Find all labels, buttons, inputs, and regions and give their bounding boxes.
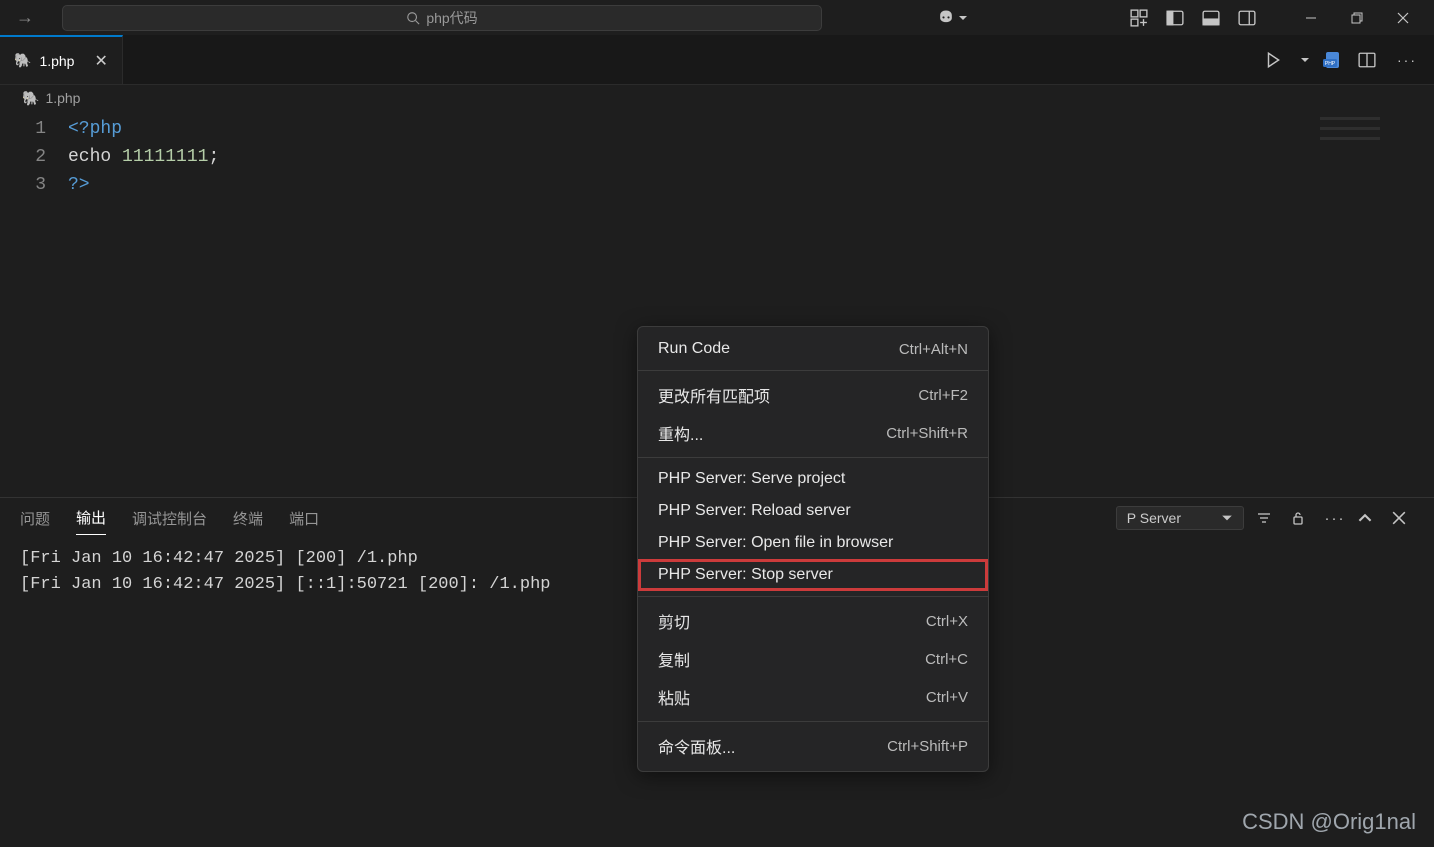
panel-tab-problems[interactable]: 问题 xyxy=(20,502,50,535)
menu-item-label: PHP Server: Reload server xyxy=(658,502,851,520)
copilot-icon[interactable] xyxy=(936,8,968,28)
context-menu: Run Code Ctrl+Alt+N 更改所有匹配项 Ctrl+F2 重构... Ctr… xyxy=(637,326,989,772)
menu-item-shortcut: Ctrl+Shift+P xyxy=(887,738,968,755)
toggle-primary-sidebar-icon[interactable] xyxy=(1160,3,1190,33)
line-number: 3 xyxy=(0,175,68,195)
menu-item-shortcut: Ctrl+X xyxy=(926,613,968,630)
search-text: php代码 xyxy=(426,8,477,28)
search-icon xyxy=(406,11,420,25)
window-close-icon[interactable] xyxy=(1380,3,1426,33)
menu-item-label: 命令面板... xyxy=(658,734,735,758)
watermark: CSDN @Orig1nal xyxy=(1242,809,1416,835)
menu-item[interactable]: PHP Server: Serve project xyxy=(638,463,988,495)
menu-item-label: 重构... xyxy=(658,421,703,445)
menu-item-label: PHP Server: Stop server xyxy=(658,566,833,584)
menu-item[interactable]: 更改所有匹配项 Ctrl+F2 xyxy=(638,376,988,414)
run-icon[interactable] xyxy=(1264,51,1290,69)
menu-item-shortcut: Ctrl+V xyxy=(926,689,968,706)
menu-item[interactable]: Run Code Ctrl+Alt+N xyxy=(638,333,988,365)
php-file-icon: 🐘 xyxy=(22,90,39,107)
php-badge-icon[interactable]: PHP xyxy=(1322,51,1348,69)
filter-icon[interactable] xyxy=(1256,510,1278,526)
php-file-icon: 🐘 xyxy=(14,52,31,69)
breadcrumb-label: 1.php xyxy=(45,90,80,106)
menu-item[interactable]: 命令面板... Ctrl+Shift+P xyxy=(638,727,988,765)
menu-item-shortcut: Ctrl+Alt+N xyxy=(899,341,968,358)
toggle-secondary-sidebar-icon[interactable] xyxy=(1232,3,1262,33)
menu-item[interactable]: 剪切 Ctrl+X xyxy=(638,602,988,640)
editor-line: 3 ?> xyxy=(0,171,1434,199)
panel-tab-output[interactable]: 输出 xyxy=(76,501,106,535)
menu-item-shortcut: Ctrl+C xyxy=(925,651,968,668)
nav-forward-icon[interactable]: → xyxy=(8,3,42,32)
window-maximize-icon[interactable] xyxy=(1334,3,1380,33)
menu-item-label: PHP Server: Serve project xyxy=(658,470,845,488)
close-panel-icon[interactable] xyxy=(1392,511,1414,525)
more-actions-icon[interactable]: ··· xyxy=(1394,52,1420,68)
svg-text:PHP: PHP xyxy=(1325,61,1336,67)
code-editor[interactable]: 1 <?php 2 echo 11111111; 3 ?> xyxy=(0,111,1434,199)
token-php-open: <?php xyxy=(68,119,122,139)
menu-item-label: PHP Server: Open file in browser xyxy=(658,534,893,552)
menu-item[interactable]: PHP Server: Reload server xyxy=(638,495,988,527)
tab-close-icon[interactable]: ✕ xyxy=(94,51,107,71)
token-echo: echo xyxy=(68,147,111,167)
chevron-down-icon xyxy=(1221,512,1233,524)
menu-item[interactable]: PHP Server: Open file in browser xyxy=(638,527,988,559)
menu-item[interactable]: 复制 Ctrl+C xyxy=(638,640,988,678)
panel-tab-terminal[interactable]: 终端 xyxy=(233,502,263,535)
line-number: 1 xyxy=(0,119,68,139)
layout-customize-icon[interactable] xyxy=(1124,3,1154,33)
menu-item-shortcut: Ctrl+Shift+R xyxy=(886,425,968,442)
menu-item-label: 复制 xyxy=(658,647,690,671)
menu-separator xyxy=(638,596,988,597)
tab-label: 1.php xyxy=(39,53,74,69)
menu-item-label: 更改所有匹配项 xyxy=(658,383,770,407)
run-dropdown-icon[interactable] xyxy=(1300,55,1312,65)
titlebar: → php代码 xyxy=(0,0,1434,35)
menu-separator xyxy=(638,721,988,722)
menu-item-label: Run Code xyxy=(658,340,730,358)
menu-separator xyxy=(638,457,988,458)
toggle-panel-icon[interactable] xyxy=(1196,3,1226,33)
more-icon[interactable]: ··· xyxy=(1324,510,1346,527)
panel-tab-ports[interactable]: 端口 xyxy=(289,502,319,535)
editor-line: 1 <?php xyxy=(0,115,1434,143)
menu-item-label: 剪切 xyxy=(658,609,690,633)
token-semi: ; xyxy=(208,147,219,167)
breadcrumb[interactable]: 🐘 1.php xyxy=(0,85,1434,111)
menu-item-label: 粘贴 xyxy=(658,685,690,709)
split-editor-icon[interactable] xyxy=(1358,51,1384,69)
command-center-search[interactable]: php代码 xyxy=(62,5,822,31)
window-minimize-icon[interactable] xyxy=(1288,3,1334,33)
menu-item[interactable]: 重构... Ctrl+Shift+R xyxy=(638,414,988,452)
output-channel-dropdown[interactable]: P Server xyxy=(1116,506,1244,530)
menu-item[interactable]: 粘贴 Ctrl+V xyxy=(638,678,988,716)
lock-scroll-icon[interactable] xyxy=(1290,510,1312,526)
menu-separator xyxy=(638,370,988,371)
minimap[interactable] xyxy=(1314,111,1434,181)
editor-line: 2 echo 11111111; xyxy=(0,143,1434,171)
token-number: 11111111 xyxy=(122,147,208,167)
collapse-panel-icon[interactable] xyxy=(1358,511,1380,525)
menu-item[interactable]: PHP Server: Stop server xyxy=(638,559,988,591)
editor-tabs: 🐘 1.php ✕ PHP ··· xyxy=(0,35,1434,85)
titlebar-right xyxy=(936,3,1426,33)
editor-actions: PHP ··· xyxy=(1264,35,1434,84)
line-number: 2 xyxy=(0,147,68,167)
tab-1-php[interactable]: 🐘 1.php ✕ xyxy=(0,35,123,84)
dropdown-label: P Server xyxy=(1127,510,1181,526)
token-php-close: ?> xyxy=(68,175,90,195)
menu-item-shortcut: Ctrl+F2 xyxy=(918,387,968,404)
panel-tab-debug-console[interactable]: 调试控制台 xyxy=(132,502,207,535)
